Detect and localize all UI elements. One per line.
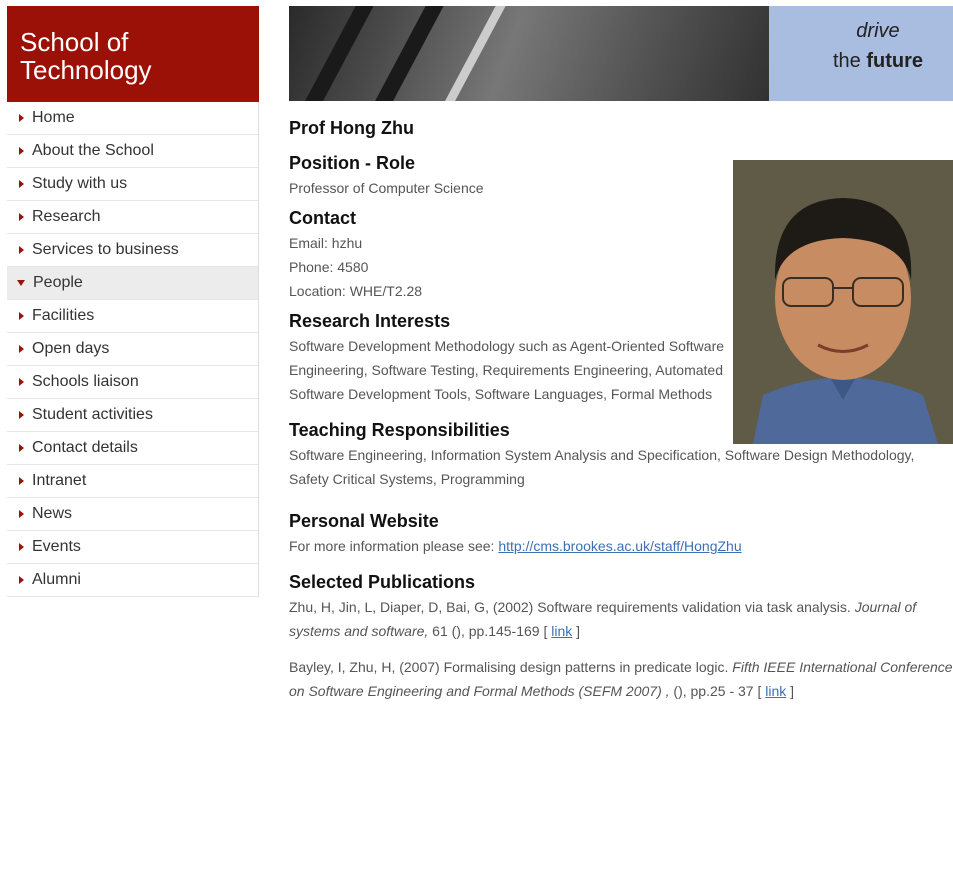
sidebar-item-open-days[interactable]: Open days xyxy=(7,333,258,366)
caret-right-icon xyxy=(19,114,24,122)
contact-section: Contact Email: hzhu Phone: 4580 Location… xyxy=(289,208,719,303)
sidebar-item-facilities[interactable]: Facilities xyxy=(7,300,258,333)
sidebar-item-label: About the School xyxy=(32,142,154,159)
contact-heading: Contact xyxy=(289,208,356,228)
sidebar-item-label: Research xyxy=(32,208,101,225)
position-text: Professor of Computer Science xyxy=(289,180,484,196)
sidebar-item-schools-liaison[interactable]: Schools liaison xyxy=(7,366,258,399)
banner-slogan: drive the future xyxy=(833,16,923,76)
sidebar-item-research[interactable]: Research xyxy=(7,201,258,234)
sidebar-item-label: Home xyxy=(32,109,75,126)
slogan-future: future xyxy=(866,50,923,72)
caret-right-icon xyxy=(19,345,24,353)
sidebar-item-label: Alumni xyxy=(32,571,81,588)
header-banner: drive the future xyxy=(289,6,953,101)
research-section: Research Interests Software Development … xyxy=(289,311,953,406)
photo-wrap-spacer xyxy=(731,334,953,382)
caret-right-icon xyxy=(19,147,24,155)
sidebar-item-contact-details[interactable]: Contact details xyxy=(7,432,258,465)
sidebar-item-student-activities[interactable]: Student activities xyxy=(7,399,258,432)
school-brand[interactable]: School of Technology xyxy=(7,6,259,102)
website-heading: Personal Website xyxy=(289,511,439,531)
sidebar-item-news[interactable]: News xyxy=(7,498,258,531)
sidebar-item-label: Student activities xyxy=(32,406,153,423)
sidebar-item-label: Events xyxy=(32,538,81,555)
sidebar-item-services-to-business[interactable]: Services to business xyxy=(7,234,258,267)
sidebar-item-label: Schools liaison xyxy=(32,373,139,390)
website-section: Personal Website For more information pl… xyxy=(289,511,953,558)
sidebar: School of Technology Home About the Schoo… xyxy=(7,6,259,597)
sidebar-item-about-the-school[interactable]: About the School xyxy=(7,135,258,168)
sidebar-item-label: Intranet xyxy=(32,472,87,489)
caret-right-icon xyxy=(19,213,24,221)
sidebar-item-label: People xyxy=(33,274,83,291)
caret-right-icon xyxy=(19,444,24,452)
sidebar-item-study-with-us[interactable]: Study with us xyxy=(7,168,258,201)
caret-right-icon xyxy=(19,411,24,419)
publications-section: Selected Publications Zhu, H, Jin, L, Di… xyxy=(289,572,953,703)
profile-content: Prof Hong Zhu Position - Role Professor … xyxy=(289,118,953,715)
caret-right-icon xyxy=(19,477,24,485)
publication-link[interactable]: link xyxy=(551,623,572,639)
teaching-text: Software Engineering, Information System… xyxy=(289,447,915,487)
sidebar-item-intranet[interactable]: Intranet xyxy=(7,465,258,498)
position-heading: Position - Role xyxy=(289,153,415,173)
teaching-section: Teaching Responsibilities Software Engin… xyxy=(289,420,953,491)
teaching-heading: Teaching Responsibilities xyxy=(289,420,510,440)
personal-website-link[interactable]: http://cms.brookes.ac.uk/staff/HongZhu xyxy=(498,538,741,554)
position-section: Position - Role Professor of Computer Sc… xyxy=(289,153,719,200)
sidebar-item-label: Contact details xyxy=(32,439,138,456)
publications-heading: Selected Publications xyxy=(289,572,476,592)
caret-down-icon xyxy=(17,280,25,286)
sidebar-item-alumni[interactable]: Alumni xyxy=(7,564,258,597)
publication-item: Zhu, H, Jin, L, Diaper, D, Bai, G, (2002… xyxy=(289,595,953,643)
publication-details: (), pp.25 - 37 [ xyxy=(669,683,766,699)
sidebar-item-label: News xyxy=(32,505,73,522)
publication-item: Bayley, I, Zhu, H, (2007) Formalising de… xyxy=(289,655,953,703)
caret-right-icon xyxy=(19,510,24,518)
sidebar-item-label: Facilities xyxy=(32,307,95,324)
brand-line-2: Technology xyxy=(20,55,152,85)
publications-list: Zhu, H, Jin, L, Diaper, D, Bai, G, (2002… xyxy=(289,595,953,703)
publication-close-bracket: ] xyxy=(572,623,581,639)
sidebar-item-events[interactable]: Events xyxy=(7,531,258,564)
contact-email: Email: hzhu xyxy=(289,235,363,251)
slogan-the: the xyxy=(832,50,861,72)
publication-link[interactable]: link xyxy=(765,683,786,699)
sidebar-item-label: Study with us xyxy=(32,175,128,192)
caret-right-icon xyxy=(19,312,24,320)
sidebar-item-label: Services to business xyxy=(32,241,179,258)
caret-right-icon xyxy=(19,180,24,188)
research-heading: Research Interests xyxy=(289,311,451,331)
slogan-drive: drive xyxy=(856,20,900,42)
caret-right-icon xyxy=(19,543,24,551)
publication-details: 61 (), pp.145-169 [ xyxy=(428,623,552,639)
publication-text: Bayley, I, Zhu, H, (2007) Formalising de… xyxy=(289,659,729,675)
sidebar-item-people[interactable]: People xyxy=(7,267,258,300)
contact-phone: Phone: 4580 xyxy=(289,259,369,275)
sidebar-item-label: Open days xyxy=(32,340,110,357)
brand-line-1: School of xyxy=(20,27,129,57)
publication-close-bracket: ] xyxy=(786,683,795,699)
website-text: For more information please see: http://… xyxy=(289,534,953,558)
caret-right-icon xyxy=(19,576,24,584)
caret-right-icon xyxy=(19,246,24,254)
publication-text: Zhu, H, Jin, L, Diaper, D, Bai, G, (2002… xyxy=(289,599,851,615)
profile-name: Prof Hong Zhu xyxy=(289,118,414,138)
sidebar-item-home[interactable]: Home xyxy=(7,102,258,135)
website-prefix: For more information please see: xyxy=(289,538,499,554)
sidebar-nav: Home About the School Study with us Researc… xyxy=(7,102,259,597)
contact-location: Location: WHE/T2.28 xyxy=(289,283,423,299)
caret-right-icon xyxy=(19,378,24,386)
